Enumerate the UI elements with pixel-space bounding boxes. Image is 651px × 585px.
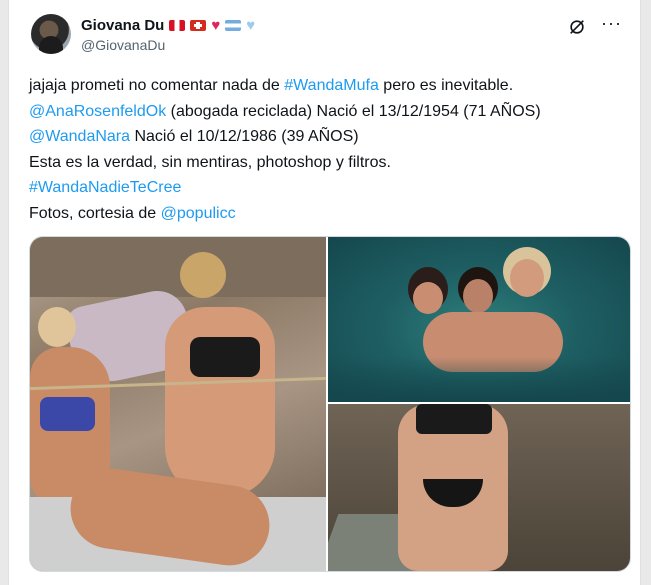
photo-on-beach[interactable]: [328, 404, 630, 571]
avatar[interactable]: [31, 14, 71, 54]
author-name[interactable]: Giovana Du: [81, 17, 164, 34]
mention-link[interactable]: @populicc: [161, 205, 236, 222]
text-segment: Fotos, cortesia de: [29, 204, 161, 222]
media-grid: [29, 236, 631, 572]
text-segment: pero es inevitable.: [378, 77, 514, 94]
text-line: Fotos, cortesia de @populicc: [29, 201, 629, 227]
photo-in-water[interactable]: [328, 237, 630, 402]
text-segment: Nació el 10/12/1986 (39 AÑOS): [130, 128, 359, 145]
more-options-icon[interactable]: ···: [601, 14, 622, 32]
text-line: jajaja prometi no comentar nada de #Wand…: [29, 73, 629, 99]
text-segment: (abogada reciclada) Nació el 13/12/1954 …: [166, 102, 541, 120]
post-header: Giovana Du ♥ ♥ @GiovanaDu ···: [31, 12, 624, 60]
peru-flag-icon: [169, 20, 186, 31]
author-name-row: Giovana Du ♥ ♥: [81, 17, 255, 34]
hashtag-link[interactable]: #WandaNadieTeCree: [29, 179, 181, 196]
text-segment: jajaja prometi no comentar nada de: [29, 77, 285, 94]
grok-icon[interactable]: [568, 18, 586, 36]
hashtag-link[interactable]: #WandaMufa: [284, 77, 379, 94]
mention-link[interactable]: @AnaRosenfeldOk: [29, 103, 166, 120]
red-heart-icon: ♥: [211, 17, 221, 34]
text-line: Esta es la verdad, sin mentiras, photosh…: [29, 150, 629, 176]
text-line: @AnaRosenfeldOk (abogada reciclada) Naci…: [29, 99, 629, 125]
blue-heart-icon: ♥: [246, 17, 256, 34]
post-text: jajaja prometi no comentar nada de #Wand…: [29, 73, 629, 226]
swiss-flag-icon: [190, 20, 207, 31]
argentina-flag-icon: [225, 20, 242, 31]
mention-link[interactable]: @WandaNara: [29, 128, 130, 145]
photo-beach-loungers[interactable]: [30, 237, 326, 571]
text-line: @WandaNara Nació el 10/12/1986 (39 AÑOS): [29, 124, 629, 150]
post-card: Giovana Du ♥ ♥ @GiovanaDu ··· jajaja pro…: [8, 0, 641, 585]
author-handle[interactable]: @GiovanaDu: [81, 37, 165, 53]
text-line: #WandaNadieTeCree: [29, 175, 629, 201]
text-segment: Esta es la verdad, sin mentiras, photosh…: [29, 153, 391, 171]
